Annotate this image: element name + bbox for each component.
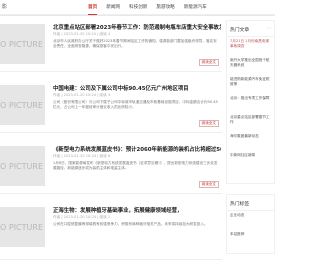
tag-item[interactable]: 企业动态 <box>230 213 271 228</box>
article-title[interactable]: 中国电建：公司及下属公司中标90.45亿元广州地区项目 <box>53 84 221 92</box>
hot-article-item[interactable]: 南开大学推出全国首个航天器系统 <box>230 58 271 73</box>
hot-article-item[interactable]: 中新网社区新闻 <box>230 153 271 168</box>
article-thumbnail[interactable]: NO PICTURE <box>0 24 45 64</box>
article-thumbnail[interactable]: NO PICTURE <box>0 146 45 186</box>
nav-item-travel[interactable]: 旅游攻略 <box>156 0 174 15</box>
article-meta: 作者 | 2023-01-20 10:24 | 阅读 4 <box>53 32 111 36</box>
thumbnail-placeholder-text: NO PICTURE <box>0 101 43 110</box>
thumbnail-placeholder-text: NO PICTURE <box>0 162 43 171</box>
thumbnail-placeholder-text: NO PICTURE <box>0 40 43 49</box>
article-thumbnail[interactable]: NO PICTURE <box>0 207 45 247</box>
read-more-button[interactable]: 阅读全文 <box>198 59 219 66</box>
nav-item-ev[interactable]: 新能源汽车 <box>184 0 207 15</box>
read-more-button[interactable]: 阅读全文 <box>198 181 219 188</box>
right-sidebar: 热门文章 ‹ › 7月21日 1月份南昌电梯事故调查 南开大学推出全国首个航天器… <box>226 16 275 260</box>
hot-article-item[interactable]: 海尔集团最新动态 <box>230 134 271 149</box>
article-title[interactable]: 北京重点站区部署2023年春节工作：防范遏制电瓶车店重大安全事故发生 <box>53 23 221 31</box>
hot-articles-list: 7月21日 1月份南昌电梯事故调查 南开大学推出全国首个航天器系统 能进购新能源… <box>227 37 274 174</box>
tag-item[interactable]: 本站推荐 <box>230 232 271 247</box>
nav-item-tech[interactable]: 科技创新 <box>129 0 147 15</box>
read-more-button[interactable]: 阅读全文 <box>198 120 219 127</box>
hot-article-item[interactable]: 北京：推出专项工作保障 <box>230 96 271 111</box>
article-title[interactable]: 正海生物：发展种植牙基础事业，拓展健康领域经营， <box>53 206 221 214</box>
hot-article-item[interactable]: 7月21日 1月份南昌电梯事故调查 <box>230 39 271 54</box>
article-card[interactable]: NO PICTURE 《新型电力系统发展蓝皮书》：预计2060年新能源的装机占比… <box>0 138 222 194</box>
article-card[interactable]: NO PICTURE 正海生物：发展种植牙基础事业，拓展健康领域经营， 作者 |… <box>0 199 222 260</box>
hot-tags-box: 热门标签 企业动态 本站推荐 <box>226 194 275 254</box>
nav-item-news[interactable]: 新闻网 <box>106 0 120 15</box>
main-nav: 首页 新闻网 科技创新 旅游攻略 新能源汽车 <box>88 0 216 15</box>
article-summary: 北京市人民政府办公厅关于做好2023年春节期间站区工作的通知，强调各部门要加强组… <box>53 39 217 49</box>
thumbnail-placeholder-text: NO PICTURE <box>0 223 43 232</box>
article-summary: 公司在口腔修复膜等领域具有较强竞争力，积极布局种植牙相关产品，未来将持续加大研发… <box>53 222 208 226</box>
article-meta: 作者 | 2023-01-20 10:24 | 阅读 3 <box>53 93 111 97</box>
article-card[interactable]: NO PICTURE 中国电建：公司及下属公司中标90.45亿元广州地区项目 作… <box>0 77 222 133</box>
site-logo[interactable]: 影 <box>2 3 7 10</box>
hot-tags-list: 企业动态 本站推荐 <box>227 211 274 253</box>
article-title[interactable]: 《新型电力系统发展蓝皮书》：预计2060年新能源的装机占比将超过50% <box>53 145 221 153</box>
hot-article-item[interactable]: 北京重点站区部署春节工作 <box>230 115 271 130</box>
top-bar: 影 首页 新闻网 科技创新 旅游攻略 新能源汽车 <box>0 0 275 15</box>
hot-articles-pager[interactable]: ‹ › <box>267 26 271 30</box>
hot-articles-box: 热门文章 ‹ › 7月21日 1月份南昌电梯事故调查 南开大学推出全国首个航天器… <box>226 20 275 184</box>
hot-tags-title: 热门标签 <box>227 195 274 211</box>
article-meta: 作者 | 2023-01-20 10:24 | 阅读 6 <box>53 154 111 158</box>
hot-article-item[interactable]: 能进购新能源汽车免征税政策 <box>230 77 271 92</box>
article-card[interactable]: NO PICTURE 北京重点站区部署2023年春节工作：防范遏制电瓶车店重大安… <box>0 16 222 72</box>
article-meta: 作者 | 2023-01-20 10:24 | 阅读 2 <box>53 215 111 219</box>
article-summary: 1月6日，国家能源局发布《新型电力系统发展蓝皮书（征求意见稿）》，提出新型电力系… <box>53 161 218 171</box>
article-thumbnail[interactable]: NO PICTURE <box>0 85 45 125</box>
article-summary: 公司（股份有限公司）与公司下属子公司中标城市轨道交通及市政基础设施项目，中标金额… <box>53 100 218 110</box>
nav-item-home[interactable]: 首页 <box>88 0 98 15</box>
